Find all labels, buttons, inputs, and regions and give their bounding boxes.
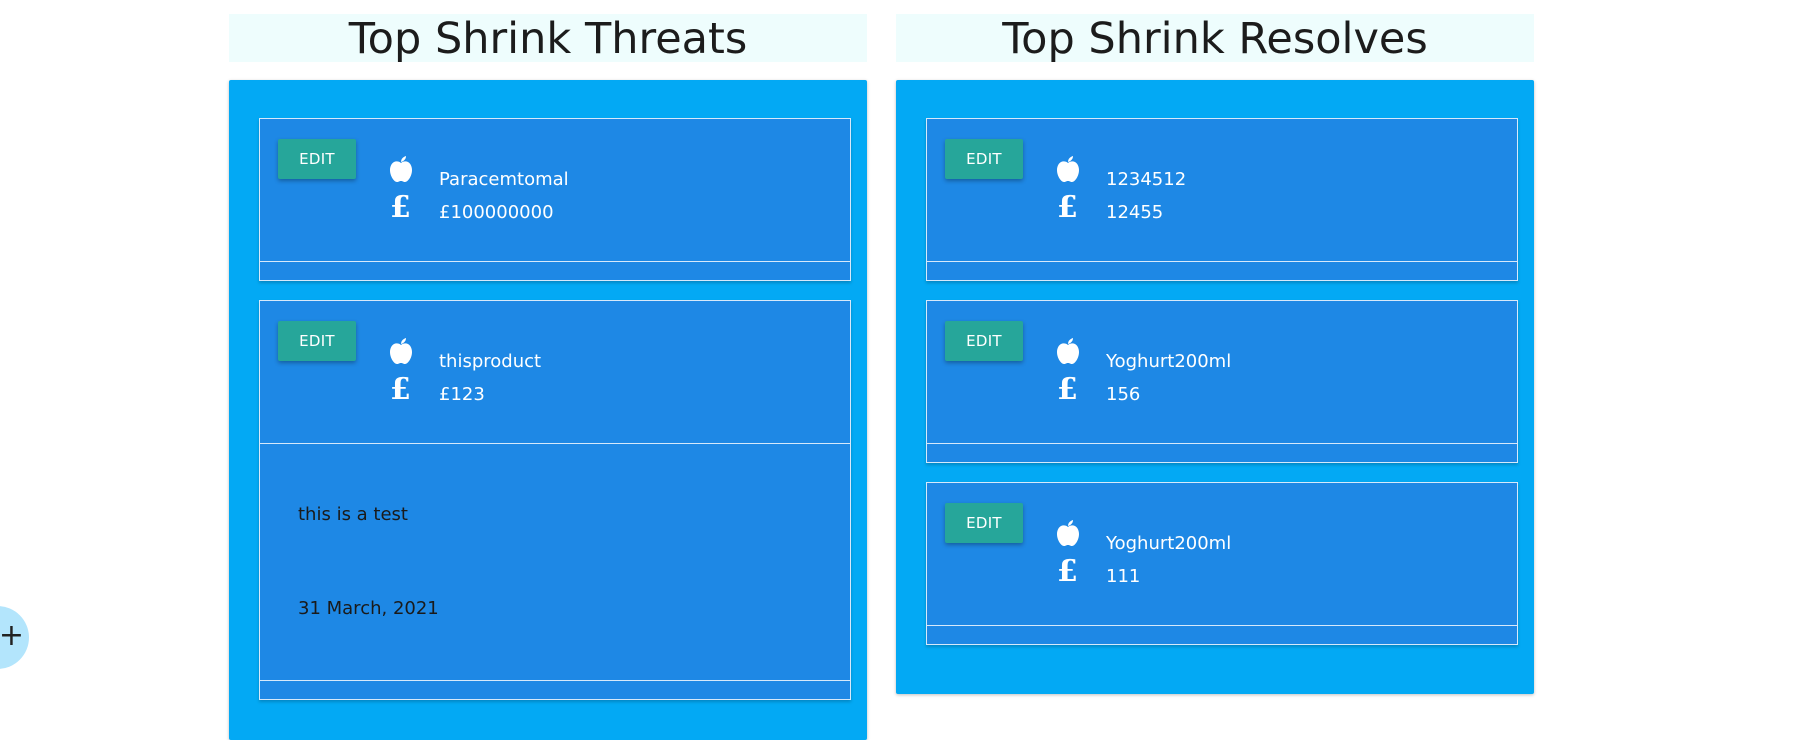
card-action (260, 261, 850, 280)
product-value: £100000000 (439, 202, 554, 223)
apple-icon (1057, 520, 1079, 546)
edit-button[interactable]: EDIT (945, 321, 1023, 361)
svg-text:£: £ (390, 373, 411, 403)
edit-button[interactable]: EDIT (945, 139, 1023, 179)
card-action (927, 443, 1517, 462)
apple-icon (390, 338, 412, 364)
card-date: 31 March, 2021 (298, 598, 439, 619)
svg-text:£: £ (390, 191, 411, 221)
edit-button[interactable]: EDIT (278, 139, 356, 179)
resolve-card: EDIT £ Yoghurt200ml 111 (926, 482, 1518, 645)
plus-icon: + (0, 618, 25, 653)
add-fab-button[interactable]: + (0, 606, 29, 669)
pound-sign-icon: £ (1057, 373, 1078, 403)
product-name: 1234512 (1106, 169, 1187, 190)
pound-sign-icon: £ (390, 191, 411, 221)
product-name: Yoghurt200ml (1106, 351, 1232, 372)
card-action (927, 625, 1517, 644)
apple-icon (1057, 338, 1079, 364)
svg-text:£: £ (1057, 191, 1078, 221)
product-name: Yoghurt200ml (1106, 533, 1232, 554)
pound-sign-icon: £ (1057, 555, 1078, 585)
card-note: this is a test (298, 504, 408, 525)
resolve-card: EDIT £ 1234512 12455 (926, 118, 1518, 281)
resolves-title: Top Shrink Resolves (896, 14, 1534, 64)
product-name: Paracemtomal (439, 169, 569, 190)
threat-card: EDIT £ thisproduct £123 this is a test 3… (259, 300, 851, 700)
product-value: 156 (1106, 384, 1141, 405)
resolves-panel: EDIT £ 1234512 12455 EDIT £ Yoghurt200ml… (896, 80, 1534, 694)
threats-title: Top Shrink Threats (229, 14, 867, 64)
svg-text:£: £ (1057, 373, 1078, 403)
apple-icon (390, 156, 412, 182)
threat-card: EDIT £ Paracemtomal £100000000 (259, 118, 851, 281)
card-details: this is a test 31 March, 2021 (260, 443, 850, 680)
product-value: 111 (1106, 566, 1141, 587)
resolve-card: EDIT £ Yoghurt200ml 156 (926, 300, 1518, 463)
card-action (260, 680, 850, 699)
card-action (927, 261, 1517, 280)
svg-text:£: £ (1057, 555, 1078, 585)
apple-icon (1057, 156, 1079, 182)
pound-sign-icon: £ (1057, 191, 1078, 221)
edit-button[interactable]: EDIT (278, 321, 356, 361)
product-value: £123 (439, 384, 485, 405)
product-name: thisproduct (439, 351, 542, 372)
product-value: 12455 (1106, 202, 1164, 223)
pound-sign-icon: £ (390, 373, 411, 403)
threats-panel: EDIT £ Paracemtomal £100000000 EDIT £ th… (229, 80, 867, 740)
edit-button[interactable]: EDIT (945, 503, 1023, 543)
